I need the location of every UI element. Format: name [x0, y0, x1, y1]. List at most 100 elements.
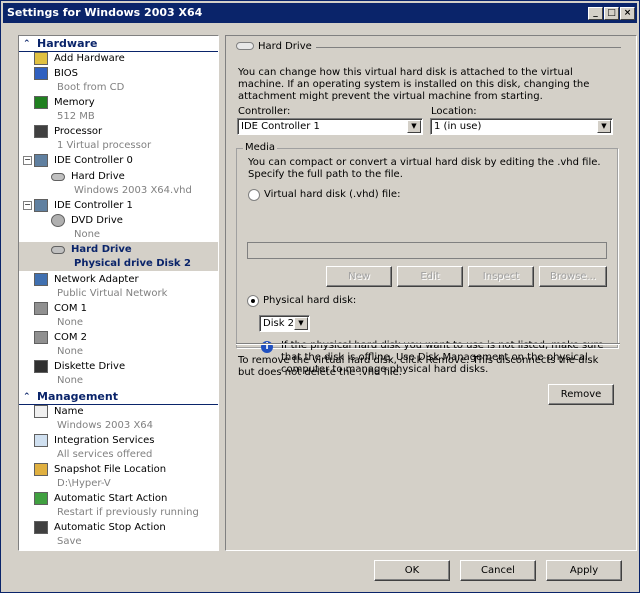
- tree-item-label: DVD Drive: [71, 215, 123, 226]
- physical-disk-value: Disk 2: [263, 318, 295, 329]
- window-title: Settings for Windows 2003 X64: [7, 6, 203, 19]
- title-bar: Settings for Windows 2003 X64 _ □ ×: [3, 3, 637, 23]
- media-text: You can compact or convert a virtual har…: [248, 157, 601, 180]
- memory-icon: [34, 96, 48, 109]
- tree-item-label: Snapshot File Location: [54, 464, 167, 475]
- tree-item[interactable]: COM 2 None: [19, 330, 218, 359]
- collapse-icon[interactable]: ⌃: [23, 390, 31, 404]
- section-hardware[interactable]: ⌃ Hardware: [19, 37, 218, 52]
- vhd-path-input[interactable]: [247, 242, 607, 259]
- section-label: Hardware: [37, 37, 98, 50]
- location-label: Location:: [431, 106, 477, 117]
- divider: [236, 343, 620, 345]
- bios-icon: [34, 67, 48, 80]
- tree-item-label: Memory: [54, 97, 95, 108]
- tree-item[interactable]: Diskette Drive None: [19, 359, 218, 388]
- dvd-drive-icon: [51, 214, 65, 227]
- tree-item-label: COM 1: [54, 303, 88, 314]
- tree-item[interactable]: Automatic Start Action Restart if previou…: [19, 491, 218, 520]
- physical-disk-radio[interactable]: [247, 295, 259, 307]
- com-port-icon: [34, 302, 48, 315]
- tree-item-detail: Public Virtual Network: [57, 288, 168, 299]
- tree-item-label: Automatic Start Action: [54, 493, 168, 504]
- tree-item[interactable]: COM 1 None: [19, 301, 218, 330]
- collapse-icon[interactable]: ⌃: [23, 37, 31, 51]
- snapshot-folder-icon: [34, 463, 48, 476]
- close-button[interactable]: ×: [620, 7, 635, 20]
- tree-item-label: IDE Controller 1: [54, 200, 133, 211]
- tree-item[interactable]: Snapshot File Location D:\Hyper-V: [19, 462, 218, 491]
- tree-item-label: Automatic Stop Action: [54, 522, 166, 533]
- tree-item-detail: All services offered: [57, 449, 153, 460]
- remove-button[interactable]: Remove: [548, 384, 614, 405]
- tree-item[interactable]: Name Windows 2003 X64: [19, 404, 218, 433]
- controller-select[interactable]: IDE Controller 1 ▼: [237, 118, 423, 135]
- browse-button[interactable]: Browse...: [539, 266, 607, 287]
- ide-controller-icon: [34, 199, 48, 212]
- tree-item[interactable]: Hard Drive Physical drive Disk 2: [19, 242, 218, 271]
- tree-item[interactable]: Integration Services All services offered: [19, 433, 218, 462]
- media-label: Media: [243, 142, 278, 153]
- name-icon: [34, 405, 48, 418]
- tree-item[interactable]: Memory 512 MB: [19, 95, 218, 124]
- location-value: 1 (in use): [434, 121, 482, 132]
- tree-item[interactable]: BIOS Boot from CD: [19, 66, 218, 95]
- tree-item-label: Integration Services: [54, 435, 155, 446]
- vhd-radio[interactable]: [248, 189, 260, 201]
- tree-item[interactable]: Processor 1 Virtual processor: [19, 124, 218, 153]
- hard-drive-icon: [51, 246, 65, 254]
- media-group: Media You can compact or convert a virtu…: [236, 142, 618, 375]
- controller-value: IDE Controller 1: [241, 121, 320, 132]
- tree-item-detail: Restart if previously running: [57, 507, 199, 518]
- expand-collapse-icon[interactable]: −: [23, 201, 32, 210]
- processor-icon: [34, 125, 48, 138]
- tree-item-label: Network Adapter: [54, 274, 139, 285]
- network-adapter-icon: [34, 273, 48, 286]
- chevron-down-icon: ▼: [597, 120, 611, 133]
- physical-disk-select[interactable]: Disk 2 ▼: [259, 315, 310, 332]
- minimize-button[interactable]: _: [588, 7, 603, 20]
- start-action-icon: [34, 492, 48, 505]
- ok-button[interactable]: OK: [374, 560, 450, 581]
- maximize-button[interactable]: □: [604, 7, 619, 20]
- tree-item[interactable]: Automatic Stop Action Save: [19, 520, 218, 549]
- tree-item-label: Name: [54, 406, 84, 417]
- cancel-button[interactable]: Cancel: [460, 560, 536, 581]
- tree-item-detail: Windows 2003 X64.vhd: [74, 185, 192, 196]
- remove-text: To remove the virtual hard disk, click R…: [238, 355, 599, 378]
- tree-item-detail: Windows 2003 X64: [57, 420, 154, 431]
- location-select[interactable]: 1 (in use) ▼: [430, 118, 613, 135]
- tree-item-label: Diskette Drive: [54, 361, 126, 372]
- vhd-radio-label: Virtual hard disk (.vhd) file:: [264, 189, 401, 200]
- edit-button[interactable]: Edit: [397, 266, 463, 287]
- tree-item-label: COM 2: [54, 332, 88, 343]
- expand-collapse-icon[interactable]: −: [23, 156, 32, 165]
- physical-disk-label: Physical hard disk:: [263, 295, 357, 306]
- tree-item-detail: None: [57, 375, 84, 386]
- tree-item[interactable]: DVD Drive None: [19, 213, 218, 242]
- chevron-down-icon: ▼: [407, 120, 421, 133]
- inspect-button[interactable]: Inspect: [468, 266, 534, 287]
- heading-divider: [316, 47, 621, 48]
- tree-item-label: BIOS: [54, 68, 79, 79]
- integration-services-icon: [34, 434, 48, 447]
- com-port-icon: [34, 331, 48, 344]
- tree-item-detail: D:\Hyper-V: [57, 478, 111, 489]
- intro-text: You can change how this virtual hard dis…: [238, 67, 590, 102]
- tree-item-label: Hard Drive: [71, 244, 132, 255]
- settings-window: Settings for Windows 2003 X64 _ □ × ⌃ Har…: [0, 0, 640, 593]
- tree-item-label: Add Hardware: [54, 53, 125, 64]
- hard-drive-panel: Hard Drive You can change how this virtu…: [225, 35, 637, 551]
- tree-item-detail: 512 MB: [57, 111, 95, 122]
- apply-button[interactable]: Apply: [546, 560, 622, 581]
- new-button[interactable]: New: [326, 266, 392, 287]
- tree-item[interactable]: Network Adapter Public Virtual Network: [19, 272, 218, 301]
- tree-item-detail: None: [74, 229, 101, 240]
- section-label: Management: [37, 390, 118, 403]
- section-management[interactable]: ⌃ Management: [19, 390, 218, 405]
- tree-item-detail: Save: [57, 536, 82, 547]
- tree-item-detail: Physical drive Disk 2: [74, 258, 192, 269]
- tree-item[interactable]: Hard Drive Windows 2003 X64.vhd: [19, 169, 218, 198]
- tree-item-label: IDE Controller 0: [54, 155, 133, 166]
- hard-drive-icon: [51, 173, 65, 181]
